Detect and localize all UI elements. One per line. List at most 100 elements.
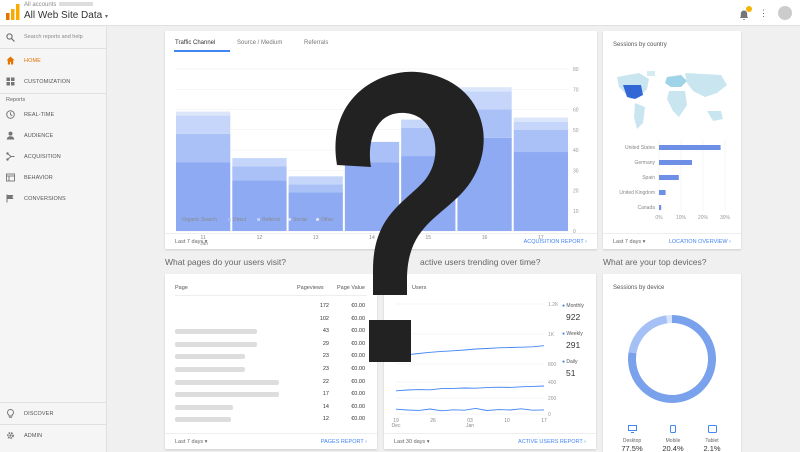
page-value-cell: €0.00 [351, 403, 365, 410]
person-icon [6, 131, 15, 140]
bar-segment [232, 166, 287, 181]
card-footer: Last 7 days ▾ PAGES REPORT › [165, 433, 377, 449]
sidebar-item-realtime[interactable]: REAL-TIME [0, 106, 107, 124]
pageviews-cell: 14 [322, 403, 329, 410]
tab-source-medium[interactable]: Source / Medium [237, 40, 282, 46]
divider [0, 402, 107, 403]
y-tick-label: 400 [548, 380, 557, 386]
page-path-redacted [175, 379, 279, 385]
analytics-logo-icon [6, 4, 20, 20]
date-range-dropdown[interactable]: Last 7 days ▾ [175, 239, 207, 245]
metric-label-weekly: ● Weekly [562, 331, 583, 337]
date-range-dropdown[interactable]: Last 7 days ▾ [175, 439, 207, 445]
country-bar [659, 190, 666, 195]
tab-referrals[interactable]: Referrals [304, 40, 328, 46]
card-footer: Last 30 days ▾ ACTIVE USERS REPORT › [384, 433, 596, 449]
behavior-icon [6, 173, 15, 182]
lightbulb-icon [7, 409, 14, 418]
country-bar [659, 160, 692, 165]
sidebar-item-behavior[interactable]: BEHAVIOR [0, 169, 107, 187]
pages-section-title: What pages do your users visit? [165, 257, 286, 267]
date-range-dropdown[interactable]: Last 7 days ▾ [613, 239, 645, 245]
page-path-redacted [175, 392, 279, 398]
country-label: Germany [634, 160, 655, 166]
legend-referral: Referral [257, 217, 280, 223]
y-tick-label: 0 [548, 412, 551, 418]
page-value-cell: €0.00 [351, 416, 365, 423]
divider [0, 424, 107, 425]
x-tick-sublabel: Dec [392, 423, 401, 428]
bar-segment [176, 115, 231, 134]
country-label: Spain [642, 175, 655, 181]
question-mark-overlay-icon [335, 71, 484, 362]
tab-traffic-channel[interactable]: Traffic Channel [175, 40, 215, 46]
divider [0, 93, 107, 94]
search-bar[interactable]: Search reports and help [0, 27, 107, 49]
country-label: United Kingdom [619, 190, 655, 196]
view-selector[interactable]: All Web Site Data ▾ [24, 10, 108, 21]
sidebar-item-conversions[interactable]: CONVERSIONS [0, 190, 107, 208]
donut-slice [628, 315, 668, 354]
table-row[interactable]: 14 €0.00 [165, 403, 377, 415]
flag-icon [6, 194, 14, 203]
page-path-redacted [175, 367, 245, 372]
x-tick-sublabel: Jan [466, 423, 474, 428]
y-tick-label: 30 [573, 168, 579, 174]
sidebar-item-label: CUSTOMIZATION [24, 79, 71, 85]
page-path-redacted [175, 404, 233, 410]
search-icon [6, 33, 15, 42]
table-row[interactable]: 12 €0.00 [165, 415, 377, 427]
acquisition-icon [6, 152, 15, 161]
avatar[interactable] [778, 6, 792, 20]
card-footer: Last 7 days ▾ LOCATION OVERVIEW › [603, 233, 741, 249]
page-value-cell: €0.00 [351, 391, 365, 398]
date-range-dropdown[interactable]: Last 30 days ▾ [394, 439, 429, 445]
card-title: Sessions by country [613, 42, 667, 48]
sidebar-item-customization[interactable]: CUSTOMIZATION [0, 73, 107, 91]
country-bar [659, 175, 679, 180]
metric-label-daily: ● Daily [562, 359, 578, 365]
more-options-icon[interactable]: ⋮ [759, 8, 768, 18]
active-tab-indicator [174, 50, 230, 52]
bar-segment [513, 117, 568, 122]
bar-segment [232, 158, 287, 167]
country-bar [659, 205, 662, 210]
metric-value-daily: 51 [566, 368, 576, 378]
sidebar-item-admin[interactable]: ADMIN [0, 427, 107, 445]
y-tick-label: 200 [548, 396, 557, 402]
notifications-bell-icon[interactable] [739, 5, 752, 20]
legend-direct: Direct [228, 217, 246, 223]
table-row[interactable]: 17 €0.00 [165, 390, 377, 402]
y-tick-label: 20 [573, 189, 579, 195]
pageviews-cell: 17 [322, 391, 329, 398]
y-tick-label: 1K [548, 332, 555, 338]
search-input[interactable]: Search reports and help [24, 34, 83, 40]
sidebar-item-label: ADMIN [24, 433, 43, 439]
sidebar-item-label: ACQUISITION [24, 154, 61, 160]
world-map [617, 71, 727, 129]
sidebar-item-audience[interactable]: AUDIENCE [0, 127, 107, 145]
acquisition-report-link[interactable]: ACQUISITION REPORT › [524, 239, 587, 245]
clock-icon [6, 110, 15, 119]
active-users-report-link[interactable]: ACTIVE USERS REPORT › [518, 439, 586, 445]
bar-segment [232, 180, 287, 231]
device-pct: 2.1% [703, 444, 721, 452]
top-bar: All accounts All Web Site Data ▾ ⋮ [0, 0, 800, 26]
device-tablet: Tablet 2.1% [697, 420, 727, 452]
metric-value-weekly: 291 [566, 340, 581, 350]
card-title: Sessions by device [613, 285, 665, 291]
sidebar: Search reports and help HOME CUSTOMIZATI… [0, 27, 107, 452]
sidebar-item-discover[interactable]: DISCOVER [0, 405, 107, 423]
column-header-page: Page [175, 285, 188, 291]
pages-report-link[interactable]: PAGES REPORT › [321, 439, 367, 445]
device-pct: 77.5% [621, 444, 643, 452]
location-overview-link[interactable]: LOCATION OVERVIEW › [669, 239, 731, 245]
sidebar-item-home[interactable]: HOME [0, 52, 107, 70]
metric-value-monthly: 922 [566, 312, 581, 322]
account-breadcrumb[interactable]: All accounts [24, 2, 94, 8]
chevron-down-icon: ▾ [104, 14, 108, 20]
weekly-line [395, 385, 545, 392]
country-label: United States [625, 145, 656, 151]
x-tick-label: 0% [655, 215, 663, 221]
sidebar-item-acquisition[interactable]: ACQUISITION [0, 148, 107, 166]
